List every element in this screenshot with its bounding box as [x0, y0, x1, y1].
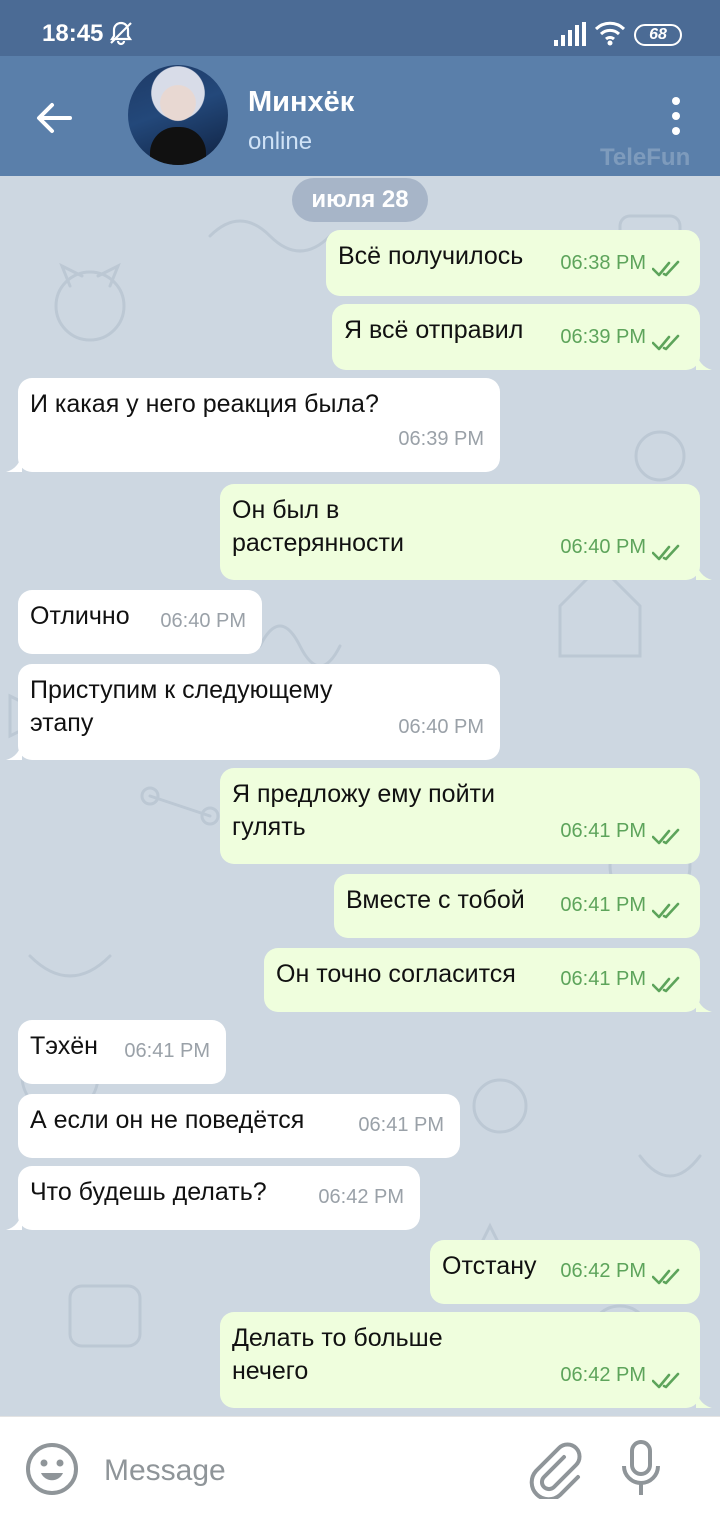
double-check-icon [652, 544, 680, 561]
wifi-icon [594, 21, 626, 46]
avatar[interactable] [128, 65, 228, 165]
message-text: Я всё отправил [344, 316, 524, 344]
message-time: 06:40 PM [160, 610, 246, 632]
status-time: 18:45 [42, 20, 104, 47]
message-text: Тэхён [30, 1032, 98, 1060]
date-chip: июля 28 [292, 178, 428, 222]
double-check-icon [652, 828, 680, 845]
message-time: 06:42 PM [560, 1260, 646, 1282]
message-time: 06:41 PM [560, 894, 646, 916]
more-vertical-icon[interactable] [664, 92, 688, 140]
message-time: 06:40 PM [560, 536, 646, 558]
signal-icon [554, 22, 586, 46]
message-time: 06:41 PM [358, 1114, 444, 1136]
outgoing-message[interactable]: Он был в растерянности 06:40 PM [220, 484, 712, 580]
back-arrow-icon[interactable] [30, 94, 78, 142]
paperclip-icon[interactable] [526, 1439, 582, 1499]
outgoing-message[interactable]: Делать то больше нечего 06:42 PM [220, 1312, 712, 1408]
message-time: 06:41 PM [124, 1040, 210, 1062]
outgoing-message[interactable]: Отстану 06:42 PM [430, 1240, 700, 1304]
battery-level: 68 [649, 26, 667, 43]
contact-name[interactable]: Минхёк [248, 86, 354, 119]
incoming-message[interactable]: И какая у него реакция была? 06:39 PM [6, 378, 500, 472]
outgoing-message[interactable]: Он точно согласится 06:41 PM [264, 948, 712, 1012]
incoming-message[interactable]: Что будешь делать? 06:42 PM [6, 1166, 420, 1230]
message-input[interactable] [104, 1449, 504, 1493]
message-text: Отлично [30, 602, 130, 630]
chat-header: Минхёк online TeleFun [0, 56, 720, 176]
bubble-tail [6, 1210, 22, 1230]
message-text: Приступим к следующему этапу [30, 676, 333, 737]
bubble-tail [696, 1388, 712, 1408]
message-time: 06:39 PM [398, 428, 484, 450]
outgoing-message[interactable]: Я предложу ему пойти гулять 06:41 PM [220, 768, 700, 864]
message-text: Он точно согласится [276, 960, 516, 988]
double-check-icon [652, 334, 680, 351]
bubble-tail [696, 992, 712, 1012]
double-check-icon [652, 260, 680, 277]
double-check-icon [652, 1268, 680, 1285]
message-time: 06:41 PM [560, 968, 646, 990]
bubble-tail [6, 452, 22, 472]
bubble-tail [696, 560, 712, 580]
message-time: 06:40 PM [398, 716, 484, 738]
bubble-tail [6, 740, 22, 760]
incoming-message[interactable]: Приступим к следующему этапу 06:40 PM [6, 664, 500, 760]
emoji-icon[interactable] [24, 1441, 80, 1497]
microphone-icon[interactable] [618, 1439, 664, 1499]
message-time: 06:42 PM [318, 1186, 404, 1208]
chat-area[interactable]: июля 28 Всё получилось 06:38 PM Я всё от… [0, 176, 720, 1416]
message-time: 06:39 PM [560, 326, 646, 348]
message-text: Отстану [442, 1252, 537, 1280]
message-text: Всё получилось [338, 242, 524, 270]
double-check-icon [652, 1372, 680, 1389]
battery-icon: 68 [634, 24, 682, 46]
message-time: 06:41 PM [560, 820, 646, 842]
status-bar: 18:45 68 [0, 0, 720, 56]
outgoing-message[interactable]: Вместе с тобой 06:41 PM [334, 874, 700, 938]
bell-off-icon [109, 21, 133, 46]
incoming-message[interactable]: Отлично 06:40 PM [18, 590, 262, 654]
incoming-message[interactable]: А если он не поведётся 06:41 PM [18, 1094, 460, 1158]
message-text: А если он не поведётся [30, 1106, 305, 1134]
double-check-icon [652, 902, 680, 919]
message-text: Он был в растерянности [232, 496, 404, 557]
message-text: Делать то больше нечего [232, 1324, 443, 1385]
watermark: TeleFun [600, 144, 691, 171]
message-time: 06:42 PM [560, 1364, 646, 1386]
contact-status: online [248, 128, 313, 155]
message-text: Вместе с тобой [346, 886, 525, 914]
message-text: Что будешь делать? [30, 1178, 267, 1206]
input-bar [0, 1416, 720, 1520]
outgoing-message[interactable]: Я всё отправил 06:39 PM [332, 304, 712, 370]
message-text: И какая у него реакция была? [30, 390, 379, 418]
outgoing-message[interactable]: Всё получилось 06:38 PM [326, 230, 700, 296]
message-text: Я предложу ему пойти гулять [232, 780, 495, 841]
double-check-icon [652, 976, 680, 993]
incoming-message[interactable]: Тэхён 06:41 PM [18, 1020, 226, 1084]
message-time: 06:38 PM [560, 252, 646, 274]
bubble-tail [696, 350, 712, 370]
